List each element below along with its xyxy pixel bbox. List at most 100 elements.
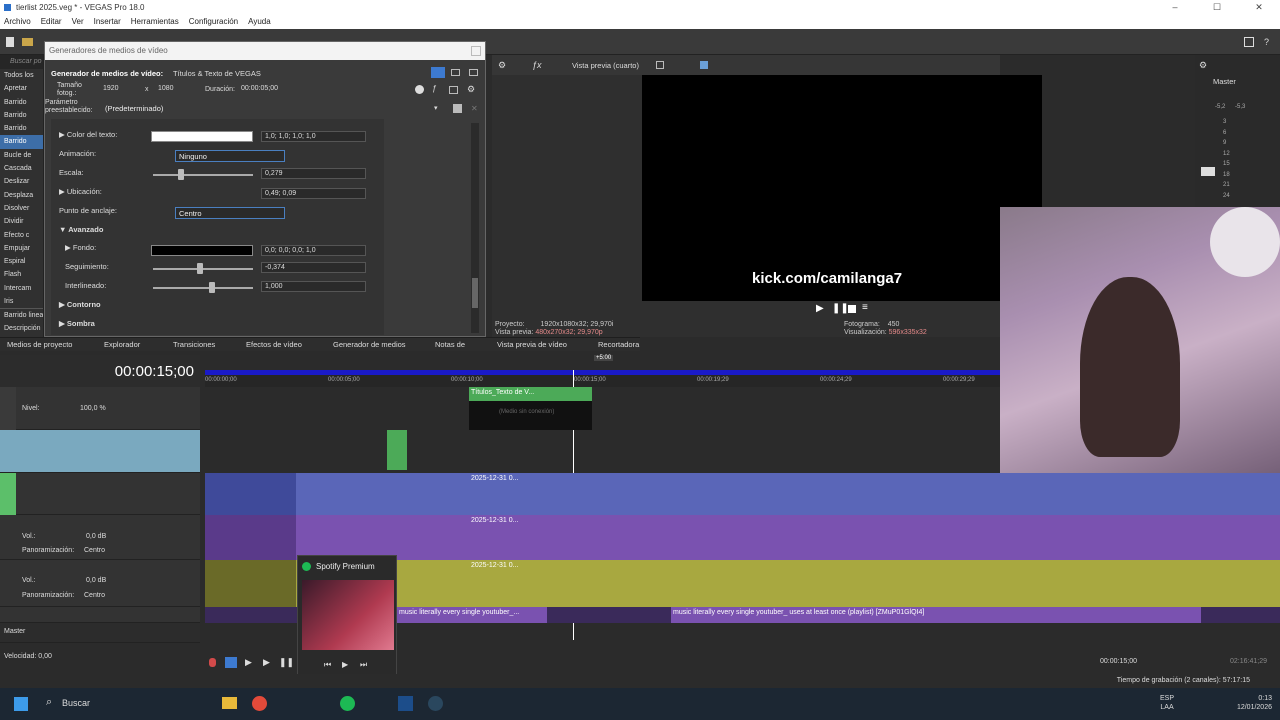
- preview-mode-dropdown[interactable]: Vista previa (cuarto): [572, 61, 639, 70]
- spotify-mini-player[interactable]: Spotify Premium ⏮ ▶ ⏭: [297, 555, 397, 675]
- menu-icon[interactable]: ≡: [862, 302, 868, 313]
- advanced-section[interactable]: Avanzado: [68, 225, 103, 234]
- list-item[interactable]: Bucle de: [0, 149, 43, 162]
- master-fader-icon[interactable]: [1201, 167, 1215, 176]
- expand-icon[interactable]: [1244, 37, 1254, 47]
- gear-icon[interactable]: ⚙: [498, 60, 506, 71]
- vegas-icon[interactable]: [398, 696, 413, 711]
- list-item-selected[interactable]: Barrido: [0, 135, 43, 149]
- clock-time[interactable]: 0:13: [1222, 694, 1272, 703]
- linespacing-field[interactable]: 1,000: [261, 281, 366, 292]
- video-clip-strip[interactable]: 2025-12-31 0...: [296, 473, 1280, 515]
- expand-arrow-icon[interactable]: ▶: [59, 130, 65, 139]
- dialog-close-icon[interactable]: [471, 46, 481, 56]
- audio-clip-a[interactable]: music literally every single youtuber_..…: [397, 607, 547, 623]
- tracking-slider-knob[interactable]: [197, 263, 203, 274]
- shadow-section[interactable]: Sombra: [67, 319, 95, 328]
- help-icon[interactable]: ?: [1264, 37, 1269, 47]
- tab-trimmer[interactable]: Recortadora: [598, 338, 639, 352]
- list-item[interactable]: Dividir: [0, 215, 43, 228]
- master-track-header[interactable]: Master: [0, 623, 200, 643]
- menu-herramientas[interactable]: Herramientas: [131, 15, 179, 29]
- gear-icon[interactable]: ⚙: [1199, 60, 1207, 71]
- linespacing-slider[interactable]: [153, 287, 253, 289]
- text-color-swatch[interactable]: [151, 131, 253, 142]
- tracking-slider[interactable]: [153, 268, 253, 270]
- menu-configuracion[interactable]: Configuración: [189, 15, 238, 29]
- delete-preset-icon[interactable]: ✕: [471, 104, 478, 113]
- tab-explorer[interactable]: Explorador: [104, 338, 140, 352]
- background-field[interactable]: 0,0; 0,0; 0,0; 1,0: [261, 245, 366, 256]
- audio-clip-strip[interactable]: 2025-12-31 0...: [296, 515, 1280, 560]
- pause-icon[interactable]: ❚❚: [832, 303, 849, 314]
- next-icon[interactable]: ⏭: [360, 660, 367, 670]
- minimize-button[interactable]: –: [1154, 0, 1196, 15]
- pan-crop-icon[interactable]: [449, 86, 458, 94]
- track-header-audio-3[interactable]: [0, 607, 200, 623]
- spotify-taskbar-icon[interactable]: [340, 696, 355, 711]
- gear-icon[interactable]: ⚙: [467, 84, 475, 95]
- loop-region-bar[interactable]: [205, 370, 1000, 375]
- track-header-audio-2[interactable]: Vol.: 0,0 dB Panoramización: Centro: [0, 560, 200, 607]
- steam-icon[interactable]: [428, 696, 443, 711]
- loop-icon[interactable]: [225, 657, 237, 668]
- search-input[interactable]: Buscar po: [0, 55, 43, 69]
- language-indicator[interactable]: ESP: [1160, 694, 1174, 703]
- list-item[interactable]: Flash: [0, 268, 43, 281]
- tab-transitions[interactable]: Transiciones: [173, 338, 215, 352]
- play-icon[interactable]: ▶: [816, 303, 824, 314]
- menu-ver[interactable]: Ver: [72, 15, 84, 29]
- list-item[interactable]: Iris: [0, 295, 43, 308]
- video-clip[interactable]: [387, 430, 407, 470]
- location-field[interactable]: 0,49; 0,09: [261, 188, 366, 199]
- preview-screen[interactable]: kick.com/camilanga7: [642, 75, 1042, 301]
- chevron-down-icon[interactable]: ▾: [434, 104, 438, 112]
- pause-icon[interactable]: ❚❚: [279, 657, 294, 668]
- list-item[interactable]: Barrido: [0, 122, 43, 135]
- track-header-audio-1[interactable]: Vol.: 0,0 dB Panoramización: Centro: [0, 515, 200, 560]
- expand-arrow-icon[interactable]: ▶: [59, 187, 65, 196]
- expand-arrow-icon[interactable]: ▶: [65, 243, 71, 252]
- collapse-arrow-icon[interactable]: ▼: [59, 225, 66, 234]
- save-snapshot-icon[interactable]: [700, 61, 708, 69]
- menu-insertar[interactable]: Insertar: [94, 15, 121, 29]
- play-from-start-icon[interactable]: ▶: [245, 657, 252, 668]
- tracking-field[interactable]: -0,374: [261, 262, 366, 273]
- new-file-icon[interactable]: [6, 37, 14, 47]
- track-header-video-2[interactable]: [0, 430, 200, 473]
- list-item[interactable]: Todos los: [0, 69, 43, 82]
- text-color-field[interactable]: 1,0; 1,0; 1,0; 1,0: [261, 131, 366, 142]
- menu-ayuda[interactable]: Ayuda: [248, 15, 271, 29]
- track-header-video-1[interactable]: Nivel: 100,0 %: [0, 387, 200, 430]
- anchor-dropdown[interactable]: Centro: [175, 207, 285, 219]
- list-item[interactable]: Intercam: [0, 282, 43, 295]
- expand-arrow-icon[interactable]: ▶: [59, 300, 65, 309]
- play-icon[interactable]: ▶: [263, 657, 270, 668]
- list-item[interactable]: Barrido: [0, 96, 43, 109]
- timeline-ruler[interactable]: 00:00:00;00 00:00:05;00 00:00:10;00 00:0…: [205, 370, 1000, 387]
- tab-video-fx[interactable]: Efectos de vídeo: [246, 338, 302, 352]
- frame-height-field[interactable]: 1080: [155, 84, 195, 95]
- file-explorer-icon[interactable]: [222, 697, 237, 709]
- list-item[interactable]: Efecto c: [0, 229, 43, 242]
- frame-width-field[interactable]: 1920: [100, 84, 140, 95]
- maximize-button[interactable]: ☐: [1196, 0, 1238, 15]
- tab-notes[interactable]: Notas de: [435, 338, 465, 352]
- open-folder-icon[interactable]: [22, 38, 33, 46]
- overlays-icon[interactable]: [656, 61, 664, 69]
- outline-section[interactable]: Contorno: [67, 300, 101, 309]
- taskbar-search[interactable]: Buscar: [62, 698, 90, 708]
- properties-scrollbar[interactable]: [471, 123, 479, 333]
- previous-icon[interactable]: ⏮: [324, 660, 331, 670]
- list-item[interactable]: Empujar: [0, 242, 43, 255]
- view-grid-icon[interactable]: [451, 69, 460, 76]
- help-icon[interactable]: [415, 85, 424, 94]
- menu-archivo[interactable]: Archivo: [4, 15, 31, 29]
- animation-dropdown[interactable]: Ninguno: [175, 150, 285, 162]
- list-item[interactable]: Desplaza: [0, 189, 43, 202]
- list-item[interactable]: Deslizar: [0, 175, 43, 188]
- scrollbar-thumb[interactable]: [472, 278, 478, 308]
- list-item[interactable]: Espiral: [0, 255, 43, 268]
- list-item[interactable]: Barrido: [0, 109, 43, 122]
- list-item[interactable]: Disolver: [0, 202, 43, 215]
